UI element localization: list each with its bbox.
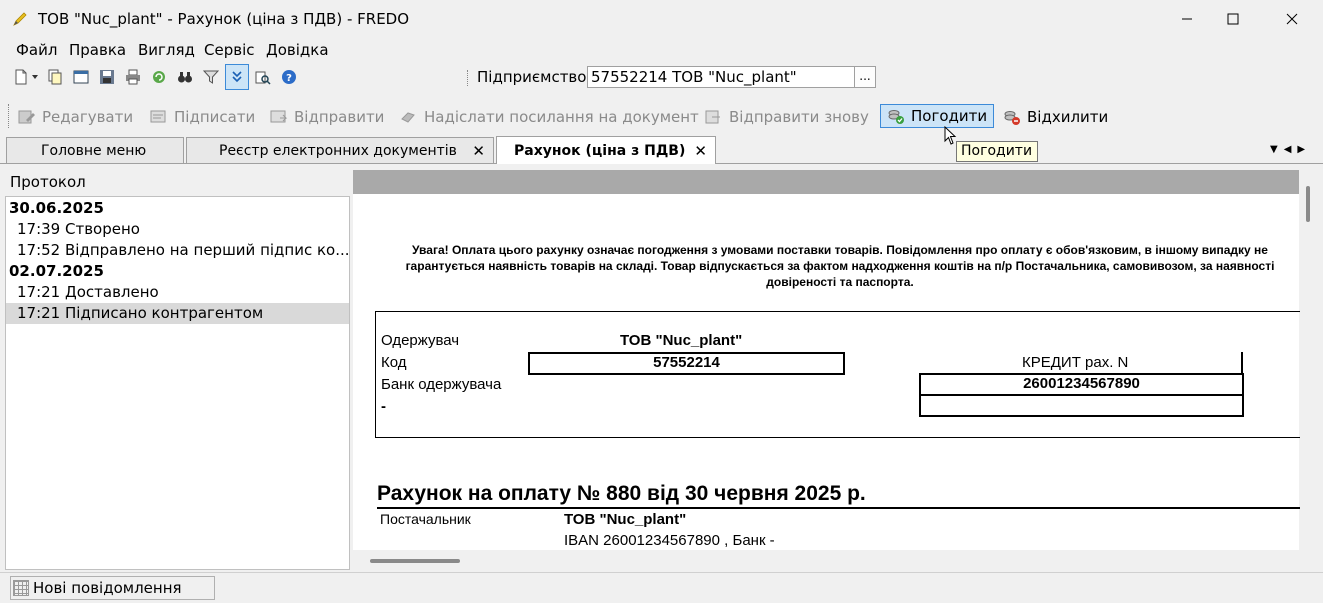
help-icon[interactable]: ? (280, 68, 298, 86)
new-dropdown-icon[interactable] (30, 68, 40, 86)
pencil-icon (13, 12, 27, 26)
search-binoculars-icon[interactable] (176, 68, 194, 86)
code-label: Код (381, 354, 407, 371)
protocol-event-row[interactable]: 17:39 Створено (6, 219, 349, 240)
mouse-cursor-icon (944, 126, 957, 145)
credit-label: КРЕДИТ рах. N (1022, 354, 1129, 371)
menu-view[interactable]: Вигляд (138, 41, 195, 59)
zoom-search-icon[interactable] (254, 68, 272, 86)
sign-button[interactable]: Підписати (150, 106, 255, 128)
toolbar-grip (8, 104, 10, 128)
approve-coins-icon (888, 110, 904, 124)
new-messages-label: Нові повідомлення (33, 579, 182, 597)
filter-icon[interactable] (202, 68, 220, 86)
send-button[interactable]: Відправити (270, 106, 384, 128)
code-value: 57552214 (528, 352, 845, 375)
print-icon[interactable] (124, 68, 142, 86)
maximize-button[interactable] (1210, 0, 1256, 38)
protocol-event-row-selected[interactable]: 17:21 Підписано контрагентом (6, 303, 349, 324)
protocol-event-row[interactable]: 17:52 Відправлено на перший підпис ко... (6, 240, 349, 261)
menu-file[interactable]: Файл (16, 41, 57, 59)
resend-icon (705, 110, 720, 124)
sign-label: Підписати (174, 108, 256, 126)
horizontal-scrollbar[interactable] (353, 550, 1300, 572)
send-icon (270, 110, 288, 123)
copy-document-icon[interactable] (46, 68, 64, 86)
tab-label: Головне меню (41, 142, 147, 159)
edit-label: Редагувати (42, 108, 134, 126)
protocol-list[interactable]: 30.06.2025 17:39 Створено 17:52 Відправл… (5, 196, 350, 570)
close-icon (1286, 13, 1298, 25)
tab-prev-icon[interactable]: ◀ (1284, 144, 1298, 155)
menu-service[interactable]: Сервіс (204, 41, 254, 59)
reject-button[interactable]: Відхилити (1003, 106, 1108, 128)
menu-help[interactable]: Довідка (266, 41, 329, 59)
menu-bar (0, 38, 1323, 62)
resend-button[interactable]: Відправити знову (705, 106, 869, 128)
document-header-bar (353, 170, 1299, 194)
toolbar-grip (467, 70, 469, 86)
payment-warning: Увага! Оплата цього рахунку означає пого… (405, 243, 1275, 289)
send-label: Відправити (294, 108, 385, 126)
send-link-button[interactable]: Надіслати посилання на документ (400, 106, 699, 128)
recipient-name: ТОВ "Nuc_plant" (620, 332, 743, 349)
tab-main-menu[interactable]: Головне меню (6, 137, 184, 163)
title-rule (377, 507, 1302, 509)
tab-navigation: ▼◀▶ (1270, 144, 1311, 155)
close-icon[interactable]: ✕ (472, 142, 485, 160)
reject-label: Відхилити (1027, 108, 1109, 126)
window-title: ТОВ "Nuc_plant" - Рахунок (ціна з ПДВ) -… (38, 10, 410, 28)
tab-invoice[interactable]: Рахунок (ціна з ПДВ) ✕ (496, 136, 716, 164)
minimize-button[interactable] (1164, 0, 1210, 38)
save-icon[interactable] (98, 68, 116, 86)
supplier-name: ТОВ "Nuc_plant" (564, 511, 687, 528)
tooltip: Погодити (956, 141, 1038, 162)
maximize-icon (1227, 13, 1239, 25)
new-messages-panel[interactable]: Нові повідомлення (10, 576, 215, 600)
protocol-date-row[interactable]: 02.07.2025 (6, 261, 349, 282)
reject-coins-icon (1004, 111, 1020, 125)
menu-edit[interactable]: Правка (69, 41, 126, 59)
bank-label: Банк одержувача (381, 376, 502, 393)
protocol-header: Протокол (10, 173, 86, 191)
bank-value: - (381, 398, 386, 415)
org-input[interactable]: 57552214 ТОВ "Nuc_plant" (587, 66, 855, 88)
org-label: Підприємство (477, 68, 587, 86)
credit-empty-cell (919, 394, 1244, 417)
resend-label: Відправити знову (729, 108, 869, 126)
tab-label: Рахунок (ціна з ПДВ) (514, 142, 686, 159)
protocol-date-row[interactable]: 30.06.2025 (6, 198, 349, 219)
approve-label: Погодити (911, 107, 988, 125)
expand-toggle-icon[interactable] (225, 64, 249, 90)
minimize-icon (1182, 18, 1192, 20)
svg-text:?: ? (286, 73, 292, 84)
tab-label: Реєстр електронних документів (219, 142, 457, 159)
credit-account: 26001234567890 (919, 373, 1244, 396)
new-document-icon[interactable] (12, 68, 30, 86)
approve-button[interactable]: Погодити (880, 104, 995, 128)
open-window-icon[interactable] (72, 68, 90, 86)
tab-list-icon[interactable]: ▼ (1270, 144, 1284, 155)
recipient-label: Одержувач (381, 332, 460, 349)
supplier-label: Постачальник (380, 511, 471, 527)
grid-icon (13, 580, 29, 596)
edit-icon (18, 110, 35, 124)
invoice-title: Рахунок на оплату № 880 від 30 червня 20… (377, 482, 866, 505)
vertical-scrollbar[interactable] (1300, 170, 1317, 550)
supplier-iban: IBAN 26001234567890 , Банк - (564, 532, 775, 549)
vertical-scroll-thumb[interactable] (1306, 186, 1310, 222)
close-icon[interactable]: ✕ (694, 142, 707, 160)
refresh-icon[interactable] (150, 68, 168, 86)
sign-icon (150, 110, 166, 123)
tab-next-icon[interactable]: ▶ (1297, 144, 1311, 155)
send-link-label: Надіслати посилання на документ (424, 108, 699, 126)
org-browse-button[interactable]: ... (854, 66, 876, 88)
close-button[interactable] (1269, 0, 1315, 38)
credit-divider (1241, 352, 1243, 374)
protocol-event-row[interactable]: 17:21 Доставлено (6, 282, 349, 303)
tab-edoc-registry[interactable]: Реєстр електронних документів ✕ (186, 137, 494, 163)
edit-button[interactable]: Редагувати (18, 106, 133, 128)
horizontal-scroll-thumb[interactable] (370, 559, 460, 563)
link-icon (401, 112, 415, 123)
